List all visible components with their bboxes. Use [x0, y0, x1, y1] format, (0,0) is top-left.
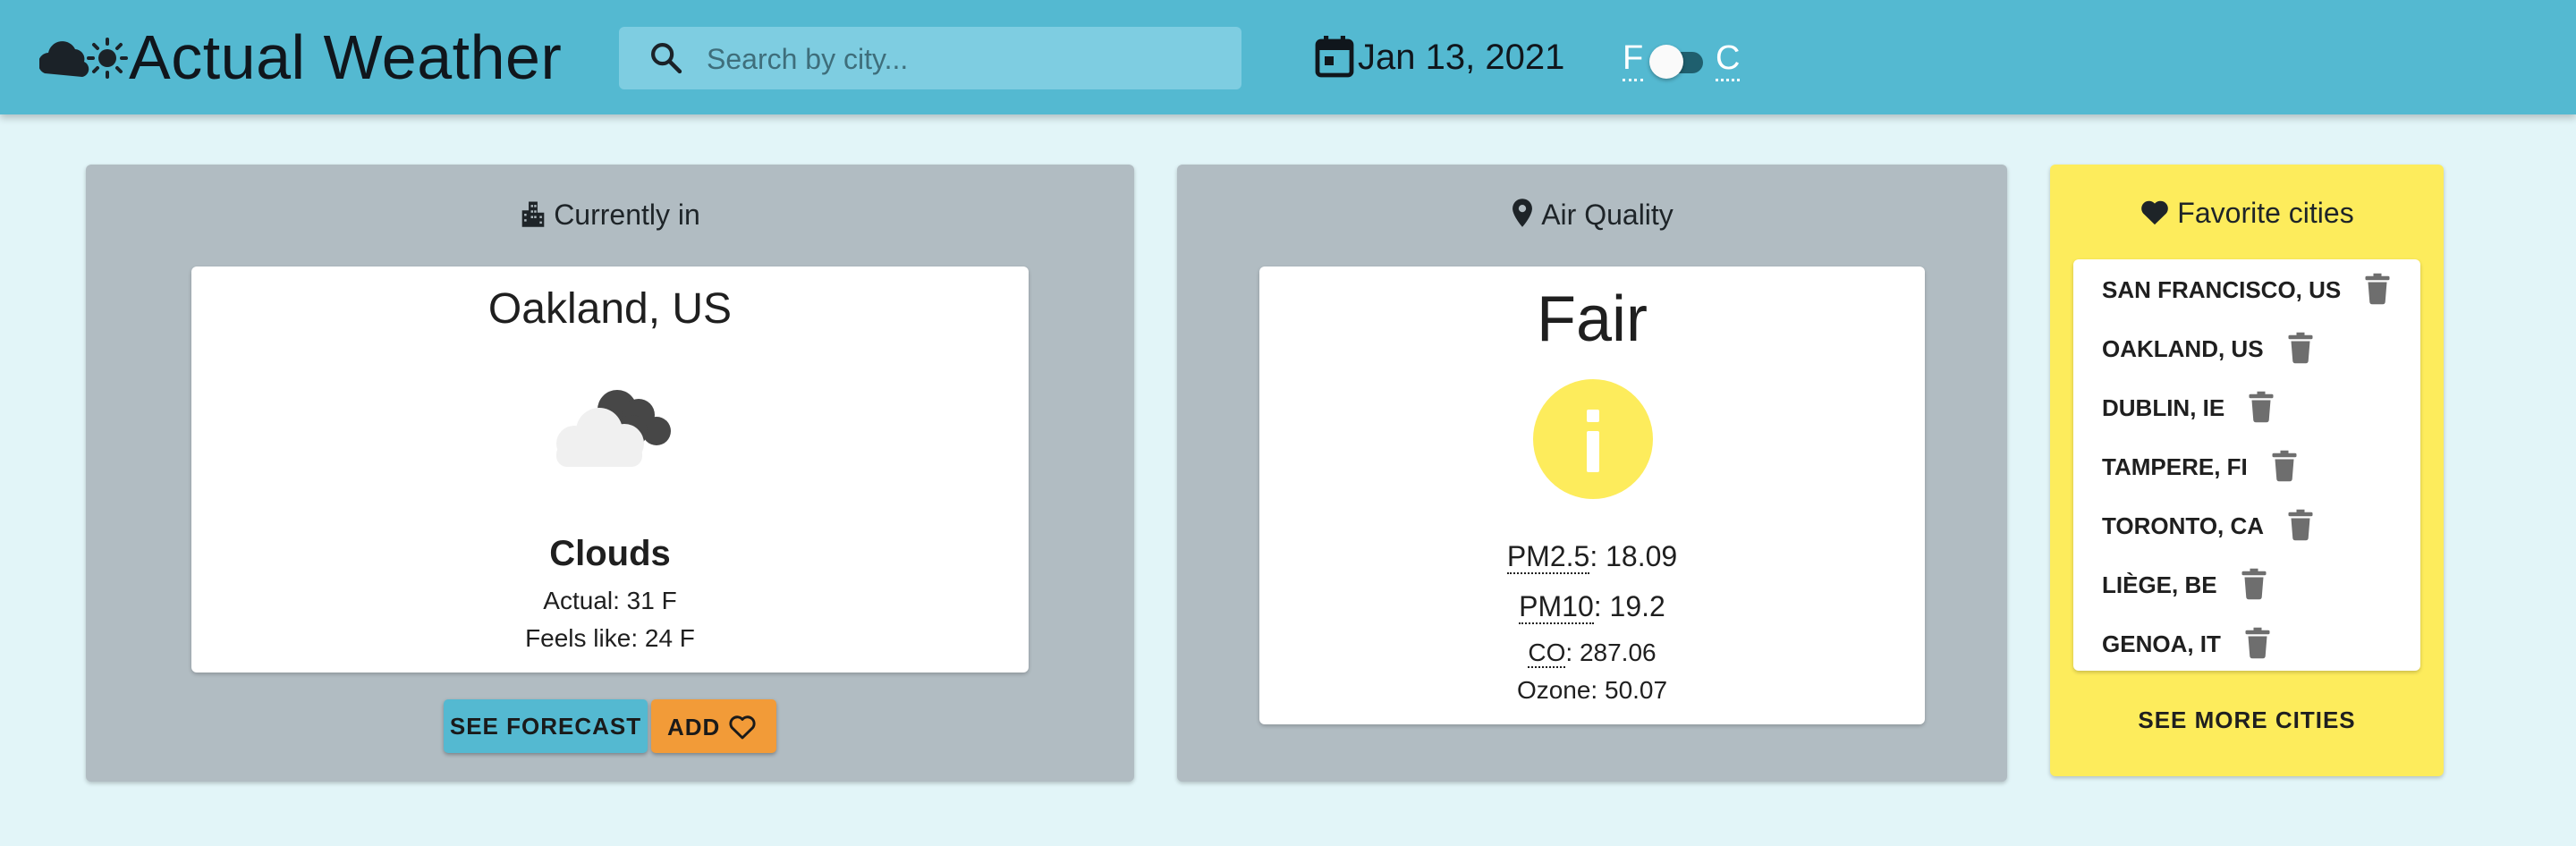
location-pin-icon	[1513, 199, 1533, 227]
list-item[interactable]: DUBLIN, IE	[2102, 386, 2275, 429]
current-date: Jan 13, 2021	[1358, 38, 1565, 77]
favorites-heading: Favorite cities	[2050, 195, 2444, 231]
city-label[interactable]: LIÈGE, BE	[2102, 571, 2217, 598]
pm25-reading: PM2.5: 18.09	[1259, 538, 1925, 574]
co-label: CO	[1528, 639, 1566, 668]
pm10-reading: PM10: 19.2	[1259, 588, 1925, 624]
add-button-label: ADD	[667, 714, 721, 740]
trash-icon[interactable]	[2271, 450, 2298, 482]
app-title: Actual Weather	[129, 22, 563, 92]
sun-icon	[87, 38, 128, 79]
search-box[interactable]	[619, 27, 1241, 91]
pm25-value: : 18.09	[1589, 540, 1678, 572]
trash-icon[interactable]	[2287, 509, 2314, 541]
unit-toggle-thumb[interactable]	[1649, 45, 1683, 79]
pm25-label: PM2.5	[1506, 540, 1590, 574]
co-reading: CO: 287.06	[1259, 637, 1925, 669]
air-quality-panel: Air Quality Fair PM2.5: 18.09 PM10: 19.2…	[1177, 165, 2007, 782]
feels-like-temperature: Feels like: 24 F	[525, 624, 695, 652]
list-item[interactable]: SAN FRANCISCO, US	[2102, 268, 2391, 311]
current-weather-card: Oakland, US Clouds Actual: 31 F Feels li…	[191, 266, 1029, 673]
pm10-label: PM10	[1519, 590, 1594, 624]
city-label[interactable]: TAMPERE, FI	[2102, 453, 2248, 480]
see-more-cities-button[interactable]: SEE MORE CITIES	[2050, 705, 2444, 735]
info-icon	[1533, 379, 1653, 499]
ozone-reading: Ozone: 50.07	[1516, 676, 1668, 704]
add-favorite-button[interactable]: ADD	[651, 699, 776, 753]
trash-icon[interactable]	[2364, 273, 2391, 305]
calendar-icon	[1315, 36, 1354, 78]
trash-icon[interactable]	[2287, 332, 2314, 364]
app-logo	[38, 27, 129, 89]
city-label[interactable]: GENOA, IT	[2102, 630, 2221, 657]
list-item[interactable]: GENOA, IT	[2102, 622, 2271, 665]
list-item[interactable]: OAKLAND, US	[2102, 327, 2314, 370]
cloud-icon	[556, 390, 671, 467]
city-label[interactable]: TORONTO, CA	[2102, 512, 2264, 539]
air-panel-heading: Air Quality	[1177, 197, 2007, 233]
app-bar: Actual Weather Jan 13, 2021 F C	[0, 0, 2576, 114]
current-weather-panel: Currently in Oakland, US Clouds Actual: …	[86, 165, 1134, 782]
list-item[interactable]: LIÈGE, BE	[2102, 563, 2267, 606]
unit-fahrenheit-label[interactable]: F	[1623, 38, 1644, 81]
city-label[interactable]: OAKLAND, US	[2102, 335, 2264, 362]
list-item[interactable]: TAMPERE, FI	[2102, 445, 2298, 488]
city-icon	[521, 201, 545, 227]
see-forecast-button[interactable]: SEE FORECAST	[444, 699, 648, 753]
unit-celsius-label[interactable]: C	[1716, 38, 1741, 81]
current-heading-label: Currently in	[554, 199, 700, 231]
current-panel-heading: Currently in	[86, 197, 1134, 233]
trash-icon[interactable]	[2241, 568, 2267, 600]
cloud-icon	[38, 41, 89, 77]
heart-icon	[2141, 200, 2169, 225]
pm10-value: : 19.2	[1593, 590, 1665, 622]
heart-outline-icon	[729, 715, 756, 740]
city-label[interactable]: SAN FRANCISCO, US	[2102, 276, 2341, 303]
search-input[interactable]	[705, 27, 1209, 91]
current-city-name: Oakland, US	[487, 285, 733, 333]
air-quality-level: Fair	[1537, 283, 1648, 355]
search-icon[interactable]	[648, 39, 685, 77]
favorite-cities-panel: Favorite cities SAN FRANCISCO, US OAKLAN…	[2050, 165, 2444, 776]
co-value: : 287.06	[1565, 639, 1657, 666]
city-label[interactable]: DUBLIN, IE	[2102, 394, 2224, 421]
trash-icon[interactable]	[2248, 391, 2275, 423]
actual-temperature: Actual: 31 F	[543, 587, 677, 614]
air-quality-card: Fair PM2.5: 18.09 PM10: 19.2 CO: 287.06 …	[1259, 266, 1925, 724]
favorite-cities-list: SAN FRANCISCO, US OAKLAND, US DUBLIN, IE…	[2073, 259, 2420, 671]
weather-condition: Clouds	[549, 534, 671, 573]
air-heading-label: Air Quality	[1541, 199, 1674, 231]
list-item[interactable]: TORONTO, CA	[2102, 504, 2314, 547]
trash-icon[interactable]	[2244, 627, 2271, 659]
favorites-heading-label: Favorite cities	[2177, 197, 2354, 229]
